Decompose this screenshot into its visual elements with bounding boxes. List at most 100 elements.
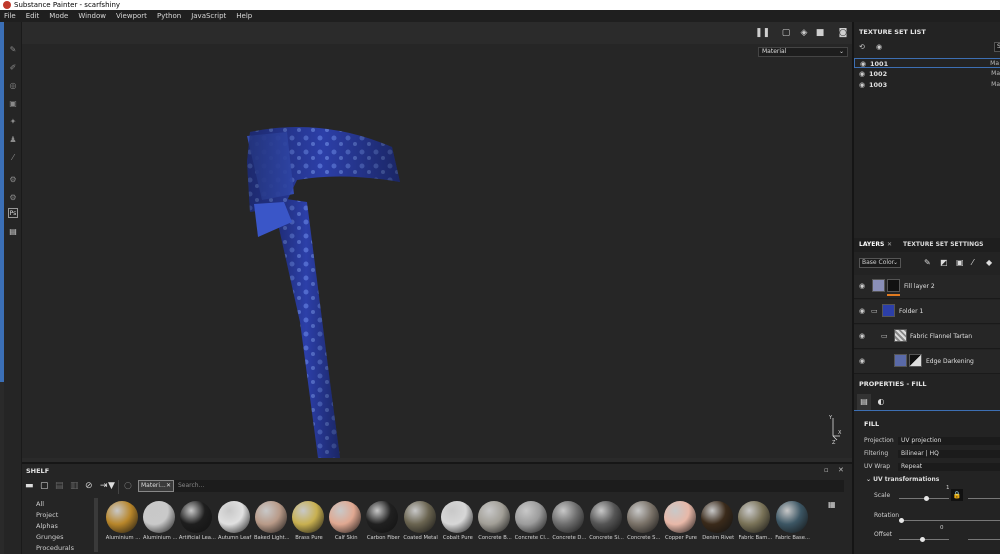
material-preset[interactable]: Baked Light...: [253, 501, 290, 551]
material-preset[interactable]: Concrete D...: [550, 501, 586, 551]
material-preset[interactable]: Calf Skin: [327, 501, 363, 551]
eye-icon[interactable]: ◉: [859, 282, 865, 290]
projection-select[interactable]: UV projection: [898, 437, 1000, 445]
texture-set-row[interactable]: ◉ 1003 Ma: [854, 80, 1000, 90]
geometry-fill-icon[interactable]: ▣: [8, 98, 18, 108]
material-preview-icon: [589, 501, 622, 533]
material-preset[interactable]: Fabric Base...: [774, 501, 810, 551]
hide-icon[interactable]: ⊘: [85, 481, 93, 491]
refresh-icon[interactable]: ○: [124, 481, 132, 491]
active-filter-tag[interactable]: Materi... ✕: [138, 480, 174, 492]
material-preset[interactable]: Aluminium ...: [141, 501, 177, 551]
fill-bucket-icon[interactable]: ◆: [986, 258, 992, 267]
texture-set-row[interactable]: ◉ 1002 Ma: [854, 69, 1000, 79]
menu-viewport[interactable]: Viewport: [116, 12, 147, 20]
layer-row[interactable]: ◉ ▭ Folder 1: [854, 300, 1000, 324]
document-icon[interactable]: ▤: [8, 226, 18, 236]
link-icon[interactable]: ⟲: [859, 43, 865, 51]
offset-slider-knob[interactable]: [920, 537, 925, 542]
eye-icon[interactable]: ◉: [859, 332, 865, 340]
texture-set-filter[interactable]: S: [994, 42, 1000, 52]
grid-view-icon[interactable]: ▦: [828, 500, 836, 509]
scale-slider-knob[interactable]: [924, 496, 929, 501]
channel-select[interactable]: Base Color ⌄: [859, 258, 901, 268]
new-folder-icon[interactable]: ▢: [40, 481, 49, 491]
close-icon[interactable]: ✕: [166, 481, 171, 491]
material-preset[interactable]: Autumn Leaf: [216, 501, 252, 551]
shelf-category-all[interactable]: All: [36, 500, 44, 508]
add-paint-layer-icon[interactable]: ▣: [956, 258, 964, 267]
close-icon[interactable]: ✕: [887, 238, 892, 252]
photoshop-export-icon[interactable]: Ps: [8, 208, 18, 218]
shelf-search-input[interactable]: Search...: [174, 480, 844, 492]
material-preset[interactable]: Denim Rivet: [699, 501, 735, 551]
menu-python[interactable]: Python: [157, 12, 181, 20]
texture-set-row[interactable]: ◉ 1001 Ma: [854, 58, 1000, 68]
projection-icon[interactable]: ◎: [8, 80, 18, 90]
material-preset[interactable]: Concrete S...: [625, 501, 661, 551]
rotation-slider-track[interactable]: [899, 520, 1000, 521]
save-icon[interactable]: ▤: [55, 481, 64, 491]
menu-window[interactable]: Window: [78, 12, 106, 20]
material-preset[interactable]: Concrete B...: [476, 501, 512, 551]
viewport-3d[interactable]: ❚❚ ▢ ◈ ■ ◙ Material ⌄ Y X Z: [22, 22, 852, 458]
material-preset[interactable]: Carbon Fiber: [364, 501, 400, 551]
export-icon[interactable]: ⇥: [100, 481, 108, 491]
filtering-select[interactable]: Bilinear | HQ: [898, 450, 1000, 458]
shelf-category-grunges[interactable]: Grunges: [36, 533, 63, 541]
color-picker-icon[interactable]: ⁄: [8, 152, 18, 162]
material-preset[interactable]: Coated Metal: [402, 501, 438, 551]
material-preset[interactable]: Cobalt Pure: [439, 501, 475, 551]
smudge-icon[interactable]: ✦: [8, 116, 18, 126]
uvwrap-select[interactable]: Repeat: [898, 463, 1000, 471]
add-effect-icon[interactable]: ✎: [924, 258, 931, 267]
tab-layers[interactable]: LAYERS: [859, 238, 884, 252]
material-tab-icon[interactable]: ◐: [874, 394, 888, 410]
material-preset[interactable]: Concrete Si...: [588, 501, 624, 551]
close-icon[interactable]: ✕: [838, 466, 844, 474]
material-preset[interactable]: Fabric Bam...: [736, 501, 772, 551]
material-preset[interactable]: Brass Pure: [290, 501, 326, 551]
menu-edit[interactable]: Edit: [26, 12, 40, 20]
menu-help[interactable]: Help: [236, 12, 252, 20]
lock-icon[interactable]: 🔒: [951, 489, 963, 501]
properties-tab-icon[interactable]: ▤: [857, 394, 871, 410]
eye-icon[interactable]: ◉: [859, 69, 865, 79]
material-preset[interactable]: Artificial Lea...: [178, 501, 216, 551]
category-scrollbar[interactable]: [94, 498, 98, 552]
uv-transform-section[interactable]: ⌄ UV transformations: [866, 476, 939, 483]
material-preset[interactable]: Concrete Cl...: [513, 501, 550, 551]
eye-icon[interactable]: ◉: [859, 357, 865, 365]
funnel-icon[interactable]: ▼: [108, 481, 115, 491]
settings-icon[interactable]: ⚙: [8, 192, 18, 202]
offset-slider-track-2[interactable]: [968, 539, 1000, 540]
shelf-category-alphas[interactable]: Alphas: [36, 522, 58, 530]
add-mask-icon[interactable]: ◩: [940, 258, 948, 267]
material-preset[interactable]: Aluminium ...: [104, 501, 140, 551]
brush-icon[interactable]: ⁄: [972, 258, 973, 267]
float-window-icon[interactable]: ▫: [824, 466, 829, 474]
bake-icon[interactable]: ⚙: [8, 174, 18, 184]
menu-file[interactable]: File: [4, 12, 16, 20]
eye-toggle-icon[interactable]: ◉: [876, 43, 882, 51]
menu-mode[interactable]: Mode: [49, 12, 68, 20]
eye-icon[interactable]: ◉: [859, 307, 865, 315]
paint-brush-icon[interactable]: ✎: [8, 44, 18, 54]
shelf-category-procedurals[interactable]: Procedurals: [36, 544, 74, 552]
rotation-slider-knob[interactable]: [899, 518, 904, 523]
layer-row[interactable]: ◉ Edge Darkening: [854, 350, 1000, 374]
tab-texture-set-settings[interactable]: TEXTURE SET SETTINGS: [903, 238, 983, 252]
import-icon[interactable]: ▥: [70, 481, 79, 491]
viewport-mode-select[interactable]: Material ⌄: [758, 47, 848, 57]
eye-icon[interactable]: ◉: [859, 80, 865, 90]
clone-stamp-icon[interactable]: ♟: [8, 134, 18, 144]
eraser-icon[interactable]: ✐: [8, 62, 18, 72]
layer-row[interactable]: ◉ ▭ Fabric Flannel Tartan: [854, 325, 1000, 349]
material-preset[interactable]: Copper Pure: [662, 501, 698, 551]
menu-javascript[interactable]: JavaScript: [191, 12, 226, 20]
eye-icon[interactable]: ◉: [860, 59, 866, 69]
layer-row[interactable]: ◉ Fill layer 2: [854, 275, 1000, 299]
shelf-category-project[interactable]: Project: [36, 511, 58, 519]
folder-icon[interactable]: ▬: [25, 481, 34, 491]
scale-slider-track-2[interactable]: [968, 498, 1000, 499]
